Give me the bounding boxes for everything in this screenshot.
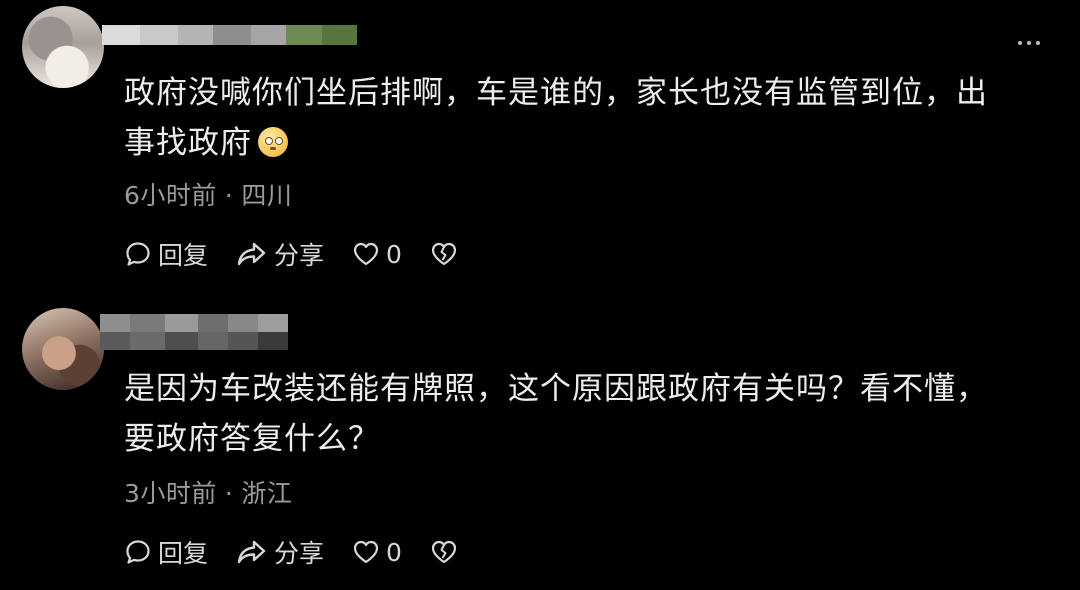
timestamp: 6小时前 [124, 181, 217, 210]
like-count: 0 [386, 239, 402, 269]
like-count: 0 [386, 537, 402, 567]
grinning-awkward-emoji-icon [258, 127, 288, 157]
separator: · [224, 181, 234, 210]
share-label: 分享 [274, 241, 325, 270]
like-button[interactable]: 0 [352, 240, 402, 269]
comment-meta: 6小时前 · 四川 [124, 176, 292, 212]
comment-bubble-icon [126, 242, 150, 266]
comment-actions: 回复 分享 0 [124, 534, 486, 570]
comment-meta: 3小时前 · 浙江 [124, 474, 292, 510]
share-button[interactable]: 分享 [236, 534, 324, 570]
username-pixelated[interactable] [100, 314, 288, 350]
reply-label: 回复 [158, 241, 209, 270]
location: 浙江 [241, 479, 293, 508]
heart-icon [353, 242, 379, 266]
more-options-icon[interactable] [1018, 41, 1040, 45]
username-pixelated[interactable] [102, 25, 357, 45]
broken-heart-icon [431, 242, 457, 266]
timestamp: 3小时前 [124, 479, 217, 508]
avatar[interactable] [22, 6, 104, 88]
share-button[interactable]: 分享 [236, 236, 324, 272]
avatar[interactable] [22, 308, 104, 390]
comment-text: 是因为车改装还能有牌照，这个原因跟政府有关吗？看不懂， 要政府答复什么？ [124, 371, 988, 457]
dislike-button[interactable] [430, 539, 458, 565]
separator: · [224, 479, 234, 508]
broken-heart-icon [431, 540, 457, 564]
dislike-button[interactable] [430, 241, 458, 267]
comment-bubble-icon [126, 540, 150, 564]
reply-button[interactable]: 回复 [124, 236, 208, 272]
location: 四川 [241, 181, 293, 210]
share-arrow-icon [237, 540, 266, 564]
reply-label: 回复 [158, 539, 209, 568]
comment-actions: 回复 分享 0 [124, 236, 486, 272]
like-button[interactable]: 0 [352, 538, 402, 567]
share-label: 分享 [274, 539, 325, 568]
heart-icon [353, 540, 379, 564]
share-arrow-icon [237, 242, 266, 266]
reply-button[interactable]: 回复 [124, 534, 208, 570]
comment-text: 政府没喊你们坐后排啊，车是谁的，家长也没有监管到位，出 事找政府 [124, 75, 988, 161]
